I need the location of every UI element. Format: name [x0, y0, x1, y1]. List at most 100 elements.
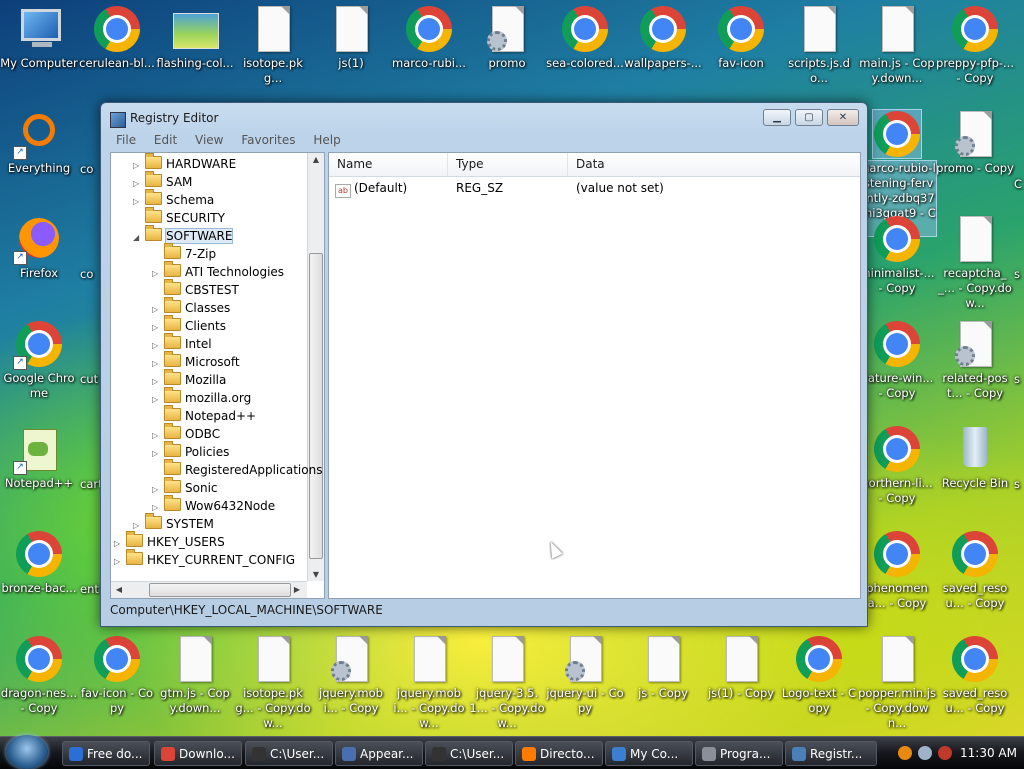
tree-node-7-zip[interactable]: 7-Zip: [152, 243, 216, 263]
expand-arrow-icon[interactable]: ◢: [133, 229, 143, 247]
tree-node-odbc[interactable]: ▷ ODBC: [152, 423, 220, 443]
taskbar-item[interactable]: My Co...: [605, 741, 693, 766]
desktop-icon[interactable]: gtm.js - Copy.down...: [156, 635, 234, 716]
menu-edit[interactable]: Edit: [147, 131, 184, 147]
tree-node-sonic[interactable]: ▷ Sonic: [152, 477, 218, 497]
taskbar-item[interactable]: C:\User...: [425, 741, 513, 766]
scroll-up-icon[interactable]: ▲: [308, 155, 324, 164]
taskbar-item[interactable]: Free do...: [62, 741, 150, 766]
menu-help[interactable]: Help: [306, 131, 347, 147]
desktop-icon-label-partial[interactable]: s: [1014, 372, 1024, 387]
desktop-icon[interactable]: northern-li... - Copy: [858, 425, 936, 506]
network-icon[interactable]: [918, 746, 932, 760]
desktop-icon[interactable]: ↗ Notepad++: [0, 425, 78, 491]
desktop-icon[interactable]: related-post... - Copy: [936, 320, 1014, 401]
desktop-icon[interactable]: jquery-3.5.1... - Copy.dow...: [468, 635, 546, 731]
desktop-icon[interactable]: isotope.pkg...: [234, 5, 312, 86]
desktop-icon-label-partial[interactable]: s: [1014, 267, 1024, 282]
taskbar-item[interactable]: Downlo...: [154, 741, 242, 766]
minimize-button[interactable]: ▁: [763, 109, 791, 126]
desktop-icon[interactable]: sea-colored...: [546, 5, 624, 71]
desktop-icon[interactable]: bronze-bac...: [0, 530, 78, 596]
taskbar-item-label: Progra...: [720, 747, 771, 761]
desktop-icon[interactable]: flashing-col...: [156, 5, 234, 71]
tree-scroll-thumb[interactable]: [309, 253, 323, 559]
menu-view[interactable]: View: [188, 131, 230, 147]
desktop-icon[interactable]: jquery.mobi... - Copy: [312, 635, 390, 716]
search-icon[interactable]: [898, 746, 912, 760]
scroll-right-icon[interactable]: ▶: [289, 585, 305, 594]
desktop-icon[interactable]: recaptcha__... - Copy.dow...: [936, 215, 1014, 311]
tree-node-software[interactable]: ◢ SOFTWARE: [133, 225, 234, 247]
desktop-icon[interactable]: minimalist-... - Copy: [858, 215, 936, 296]
registry-values-list[interactable]: Name Type Data ab (Default) REG_SZ (value…: [328, 152, 861, 599]
desktop-icon[interactable]: marco-rubi...: [390, 5, 468, 71]
desktop-icon[interactable]: My Computer: [0, 5, 78, 71]
menu-file[interactable]: File: [109, 131, 143, 147]
tree-horizontal-scrollbar[interactable]: ◀ ▶: [111, 581, 307, 598]
title-bar[interactable]: Registry Editor ▁ ▢ ✕: [101, 103, 867, 133]
desktop-icon-label-partial[interactable]: s: [1014, 477, 1024, 492]
chrome-icon: [15, 530, 63, 578]
desktop-icon[interactable]: jquery-ui - Copy: [546, 635, 624, 716]
desktop-icon[interactable]: ↗ Everything: [0, 110, 78, 176]
desktop-icon[interactable]: dragon-nes... - Copy: [0, 635, 78, 716]
taskbar-item[interactable]: Directo...: [515, 741, 603, 766]
desktop-icon[interactable]: scripts.js.do...: [780, 5, 858, 86]
desktop-icon[interactable]: promo: [468, 5, 546, 71]
tree-node-hkey-current-config[interactable]: ▷ HKEY_CURRENT_CONFIG: [114, 549, 295, 571]
tree-hscroll-thumb[interactable]: [149, 583, 291, 597]
doc-icon: [483, 635, 531, 683]
column-data[interactable]: Data: [568, 153, 860, 176]
tree-node-wow6432node[interactable]: ▷ Wow6432Node: [152, 495, 275, 515]
list-item[interactable]: ab (Default) REG_SZ (value not set): [329, 179, 860, 198]
desktop-icon[interactable]: jquery.mobi... - Copy.dow...: [390, 635, 468, 731]
column-name[interactable]: Name: [329, 153, 448, 176]
folder-icon: [126, 531, 143, 547]
desktop-icon[interactable]: js - Copy: [624, 635, 702, 701]
desktop-icon[interactable]: cerulean-bl...: [78, 5, 156, 71]
desktop-icon[interactable]: js(1) - Copy: [702, 635, 780, 701]
expand-arrow-icon[interactable]: ▷: [114, 553, 124, 571]
desktop-icon[interactable]: popper.min.js - Copy.down...: [858, 635, 936, 731]
scroll-left-icon[interactable]: ◀: [111, 585, 127, 594]
menu-favorites[interactable]: Favorites: [234, 131, 302, 147]
tree-node-intel[interactable]: ▷ Intel: [152, 333, 212, 353]
desktop-icon[interactable]: js(1): [312, 5, 390, 71]
desktop-icon[interactable]: phenomena... - Copy: [858, 530, 936, 611]
column-type[interactable]: Type: [448, 153, 568, 176]
taskbar-item[interactable]: Registr...: [785, 741, 877, 766]
desktop-icon-label-partial[interactable]: C: [1014, 177, 1024, 192]
maximize-button[interactable]: ▢: [795, 109, 823, 126]
volume-muted-icon[interactable]: [938, 746, 952, 760]
desktop-icon[interactable]: isotope.pkg... - Copy.dow...: [234, 635, 312, 731]
desktop-icon[interactable]: ↗ Google Chrome: [0, 320, 78, 401]
desktop-icon[interactable]: wallpapers-...: [624, 5, 702, 71]
desktop-icon[interactable]: Recycle Bin: [936, 425, 1014, 491]
scroll-down-icon[interactable]: ▼: [308, 570, 324, 579]
taskbar-item[interactable]: C:\User...: [245, 741, 333, 766]
close-button[interactable]: ✕: [827, 109, 859, 126]
registry-app-icon: [110, 112, 126, 128]
tree-node-registeredapplications[interactable]: RegisteredApplications: [152, 459, 322, 479]
desktop-icon[interactable]: saved_resou... - Copy: [936, 635, 1014, 716]
tree-node-label: ATI Technologies: [185, 265, 285, 279]
desktop-icon[interactable]: fav-icon: [702, 5, 780, 71]
desktop-icon[interactable]: main.js - Copy.down...: [858, 5, 936, 86]
clock[interactable]: 11:30 AM: [960, 737, 1017, 769]
desktop-icon[interactable]: ↗ Firefox: [0, 215, 78, 281]
desktop-icon[interactable]: preppy-pfp-... - Copy: [936, 5, 1014, 86]
desktop-icon[interactable]: promo - Copy: [936, 110, 1014, 176]
desktop-icon[interactable]: saved_resou... - Copy: [936, 530, 1014, 611]
registry-editor-window[interactable]: Registry Editor ▁ ▢ ✕ File Edit View Fav…: [100, 102, 868, 627]
taskbar-item[interactable]: Progra...: [695, 741, 783, 766]
start-button[interactable]: [6, 735, 48, 769]
taskbar-item[interactable]: Appear...: [335, 741, 423, 766]
desktop-icon[interactable]: fav-icon - Copy: [78, 635, 156, 716]
tree-node-system[interactable]: ▷ SYSTEM: [133, 513, 214, 533]
desktop-icon[interactable]: Logo-text - Copy: [780, 635, 858, 716]
tree-node-sam[interactable]: ▷ SAM: [133, 171, 192, 191]
tree-vertical-scrollbar[interactable]: ▲ ▼: [307, 153, 324, 581]
desktop-icon[interactable]: nature-win... - Copy: [858, 320, 936, 401]
registry-key-tree[interactable]: ▲ ▼ ◀ ▶ ▷ HARDWARE ▷ SAM ▷ Schema SECURITY ◢ SOF…: [110, 152, 325, 599]
